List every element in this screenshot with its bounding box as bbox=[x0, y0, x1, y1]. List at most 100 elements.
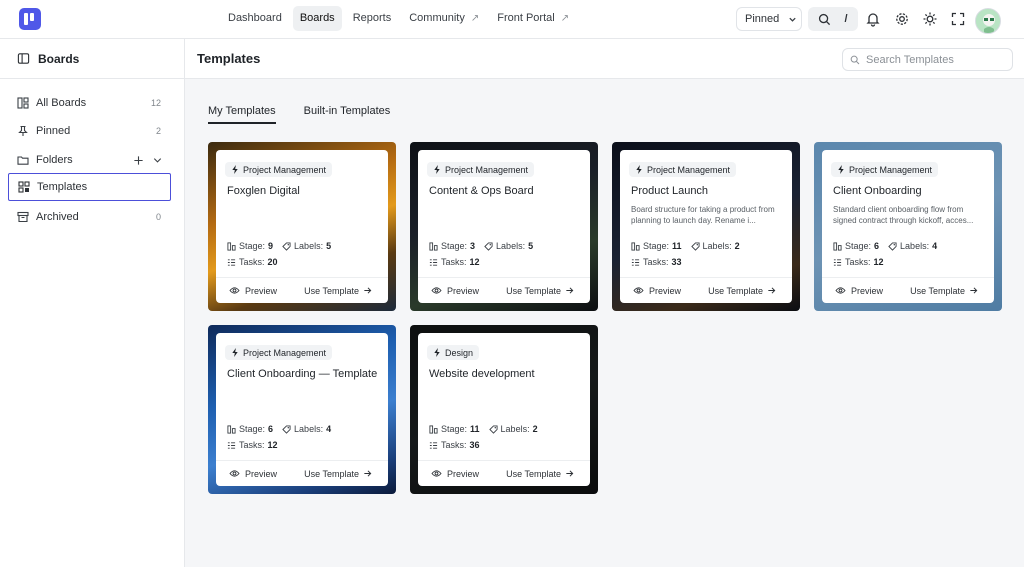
template-card-body: Project Management Product Launch Board … bbox=[620, 150, 792, 303]
board-count: 12 bbox=[150, 98, 161, 108]
stage-count: 11 bbox=[672, 241, 682, 251]
search-icon bbox=[850, 55, 860, 64]
tasks-count: 36 bbox=[469, 440, 480, 450]
preview-button[interactable]: Preview bbox=[229, 469, 277, 479]
user-avatar-icon bbox=[976, 9, 1000, 33]
template-title: Product Launch bbox=[631, 185, 709, 197]
use-template-button[interactable]: Use Template bbox=[708, 286, 776, 296]
nav-community[interactable]: Community ↗ bbox=[402, 6, 486, 31]
stage-icon bbox=[227, 241, 236, 251]
template-card-footer: Preview Use Template bbox=[418, 277, 590, 303]
arrow-right-icon bbox=[768, 287, 776, 294]
tag-icon bbox=[282, 424, 291, 434]
template-card[interactable]: Project Management Foxglen Digital Stage… bbox=[208, 142, 396, 311]
bolt-icon bbox=[636, 165, 642, 174]
nav-boards[interactable]: Boards bbox=[292, 6, 342, 31]
top-bar: Dashboard Boards Reports Community ↗ Fron… bbox=[0, 0, 1024, 39]
template-card-footer: Preview Use Template bbox=[418, 460, 590, 486]
template-card-body: Project Management Content & Ops Board S… bbox=[418, 150, 590, 303]
template-card-body: Project Management Client Onboarding Sta… bbox=[822, 150, 994, 303]
arrow-right-icon bbox=[364, 470, 372, 477]
labels-count: 5 bbox=[326, 241, 332, 251]
category-tag: Project Management bbox=[629, 162, 737, 177]
add-folder-icon[interactable] bbox=[133, 155, 144, 166]
category-tag: Project Management bbox=[831, 162, 939, 177]
template-card[interactable]: Project Management Client Onboarding Sta… bbox=[814, 142, 1002, 311]
stage-icon bbox=[833, 241, 842, 251]
bell-icon[interactable] bbox=[865, 11, 881, 27]
nav-front-portal[interactable]: Front Portal ↗ bbox=[490, 6, 576, 31]
tag-icon bbox=[690, 241, 700, 251]
use-template-button[interactable]: Use Template bbox=[304, 286, 372, 296]
global-search-button[interactable]: / bbox=[808, 7, 858, 31]
preview-button[interactable]: Preview bbox=[229, 286, 277, 296]
nav-dashboard[interactable]: Dashboard bbox=[221, 6, 289, 31]
sidebar-item-all-boards[interactable]: All Boards 12 bbox=[8, 89, 171, 117]
template-card[interactable]: Project Management Product Launch Board … bbox=[612, 142, 800, 311]
stage-count: 11 bbox=[470, 424, 480, 434]
category-tag: Design bbox=[427, 345, 480, 360]
sun-icon[interactable] bbox=[922, 11, 938, 27]
main-content: Templates My Templates Built-in Template… bbox=[185, 39, 1024, 567]
template-stats: Stage: 9 Labels: 5 bbox=[227, 241, 331, 251]
template-card[interactable]: Design Website development Stage: 11 Labe… bbox=[410, 325, 598, 494]
template-card-body: Project Management Foxglen Digital Stage… bbox=[216, 150, 388, 303]
nav-reports[interactable]: Reports bbox=[346, 6, 399, 31]
pinned-dropdown[interactable]: Pinned bbox=[736, 7, 802, 31]
app-logo-icon[interactable] bbox=[19, 8, 41, 30]
use-template-button[interactable]: Use Template bbox=[910, 286, 978, 296]
gear-icon[interactable] bbox=[894, 11, 910, 27]
labels-count: 4 bbox=[932, 241, 938, 251]
preview-button[interactable]: Preview bbox=[835, 286, 883, 296]
arrow-right-icon bbox=[364, 287, 372, 294]
sidebar-header: Boards bbox=[0, 39, 185, 79]
tab-my-templates[interactable]: My Templates bbox=[208, 105, 276, 124]
sidebar-item-archived[interactable]: Archived 0 bbox=[8, 203, 171, 231]
template-card[interactable]: Project Management Client Onboarding — T… bbox=[208, 325, 396, 494]
eye-icon bbox=[633, 287, 644, 294]
tasks-count: 12 bbox=[469, 257, 480, 267]
avatar[interactable] bbox=[975, 8, 1001, 34]
template-stats: Stage: 3 Labels: 5 bbox=[429, 241, 533, 251]
tasks-icon bbox=[429, 258, 438, 266]
use-template-button[interactable]: Use Template bbox=[506, 286, 574, 296]
template-title: Website development bbox=[429, 368, 535, 380]
tag-icon bbox=[488, 424, 498, 434]
bolt-icon bbox=[838, 165, 844, 174]
category-tag: Project Management bbox=[427, 162, 535, 177]
template-title: Client Onboarding bbox=[833, 185, 922, 197]
stage-icon bbox=[631, 241, 640, 251]
sidebar-toggle-icon[interactable] bbox=[17, 52, 30, 65]
use-template-button[interactable]: Use Template bbox=[506, 469, 574, 479]
tasks-count: 33 bbox=[671, 257, 682, 267]
sidebar-item-pinned[interactable]: Pinned 2 bbox=[8, 117, 171, 145]
template-card-footer: Preview Use Template bbox=[822, 277, 994, 303]
tab-built-in-templates[interactable]: Built-in Templates bbox=[304, 105, 391, 124]
use-template-button[interactable]: Use Template bbox=[304, 469, 372, 479]
template-card[interactable]: Project Management Content & Ops Board S… bbox=[410, 142, 598, 311]
tasks-icon bbox=[631, 258, 640, 266]
tasks-count: 12 bbox=[267, 440, 278, 450]
sidebar-item-folders[interactable]: Folders bbox=[8, 146, 171, 174]
bolt-icon bbox=[232, 165, 238, 174]
sidebar: Boards All Boards 12 Pinned 2 Folders Te… bbox=[0, 39, 185, 567]
chevron-down-icon[interactable] bbox=[152, 155, 163, 166]
arrow-right-icon bbox=[970, 287, 978, 294]
stage-count: 9 bbox=[268, 241, 274, 251]
preview-button[interactable]: Preview bbox=[431, 469, 479, 479]
eye-icon bbox=[431, 287, 442, 294]
preview-button[interactable]: Preview bbox=[633, 286, 681, 296]
stage-icon bbox=[429, 241, 438, 251]
search-templates-input[interactable] bbox=[866, 53, 1006, 66]
search-shortcut: / bbox=[844, 13, 848, 25]
preview-button[interactable]: Preview bbox=[431, 286, 479, 296]
eye-icon bbox=[431, 470, 442, 477]
labels-count: 4 bbox=[326, 424, 332, 434]
fullscreen-icon[interactable] bbox=[950, 11, 966, 27]
stage-icon bbox=[429, 424, 438, 434]
category-tag: Project Management bbox=[225, 345, 333, 360]
sidebar-item-templates[interactable]: Templates bbox=[8, 173, 171, 201]
template-description: Standard client onboarding flow from sig… bbox=[833, 205, 974, 225]
pinned-count: 2 bbox=[155, 126, 161, 136]
tag-icon bbox=[282, 241, 291, 251]
